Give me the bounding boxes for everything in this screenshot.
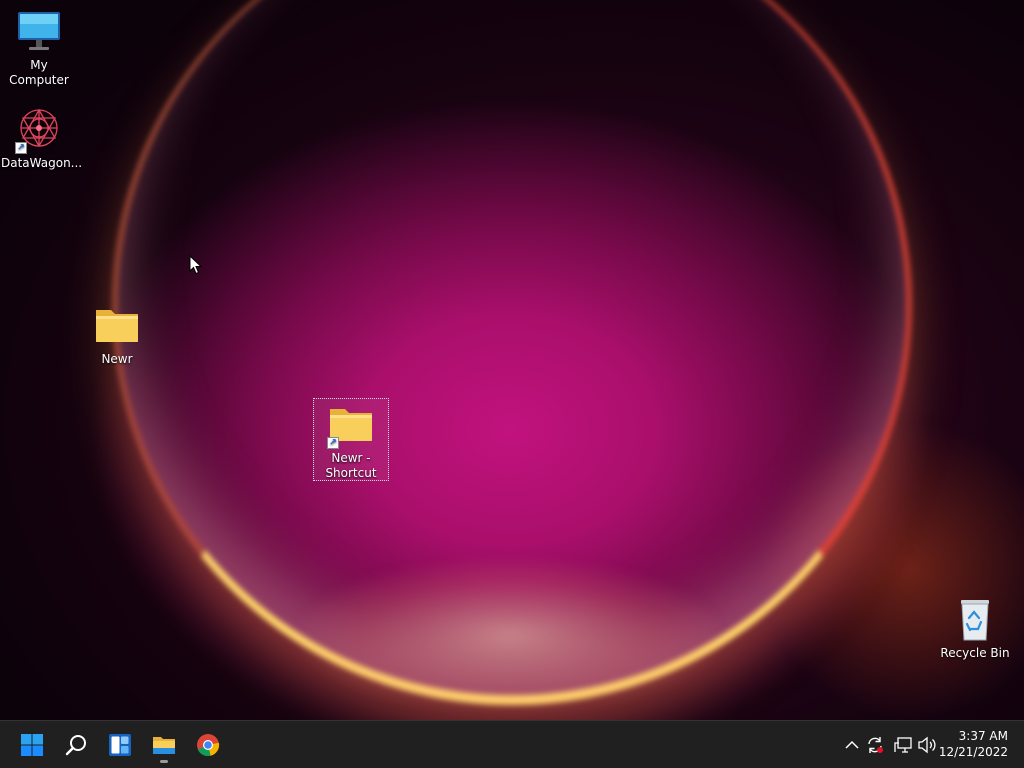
desktop-icon-datawagon[interactable]: ↗ DataWagon... — [1, 106, 82, 171]
desktop-icon-label: Newr - Shortcut — [325, 451, 377, 480]
start-button[interactable] — [12, 725, 52, 765]
widgets-button[interactable] — [100, 725, 140, 765]
taskbar-clock[interactable]: 3:37 AM 12/21/2022 — [939, 728, 1008, 760]
network-icon[interactable] — [893, 735, 913, 755]
clock-date: 12/21/2022 — [938, 745, 1008, 759]
folder-icon — [93, 302, 141, 350]
widgets-icon — [109, 734, 131, 756]
search-icon — [65, 735, 86, 756]
shortcut-arrow-icon: ↗ — [15, 142, 27, 154]
mouse-cursor-icon — [189, 254, 203, 275]
chrome-button[interactable] — [188, 725, 228, 765]
desktop-icon-label: DataWagon... — [1, 156, 83, 170]
chrome-icon — [197, 734, 220, 757]
desktop-icon-newr-folder[interactable]: Newr — [79, 302, 155, 367]
windows-start-icon — [21, 734, 43, 756]
file-explorer-button[interactable] — [144, 725, 184, 765]
datawagon-app-icon: ↗ — [15, 106, 63, 154]
chevron-up-icon[interactable] — [842, 735, 862, 755]
search-button[interactable] — [56, 725, 96, 765]
clock-time: 3:37 AM — [958, 729, 1008, 743]
taskbar: 3:37 AM 12/21/2022 — [0, 720, 1024, 768]
monitor-icon — [15, 8, 63, 56]
recycle-bin-icon — [951, 596, 999, 644]
wallpaper-glow-bottom — [300, 560, 720, 710]
file-explorer-icon — [153, 737, 175, 754]
shortcut-arrow-icon: ↗ — [327, 437, 339, 449]
desktop-icon-newr-shortcut[interactable]: ↗ Newr - Shortcut — [313, 398, 389, 481]
desktop-icon-my-computer[interactable]: My Computer — [1, 8, 77, 88]
desktop-icon-label: Recycle Bin — [940, 646, 1010, 660]
volume-icon[interactable] — [917, 735, 937, 755]
desktop-icon-label: Newr — [101, 352, 133, 366]
desktop-icon-recycle-bin[interactable]: Recycle Bin — [937, 596, 1013, 661]
folder-icon: ↗ — [327, 401, 375, 449]
running-indicator — [160, 760, 168, 763]
desktop-icon-label: My Computer — [9, 58, 69, 87]
sync-icon[interactable] — [865, 735, 885, 755]
